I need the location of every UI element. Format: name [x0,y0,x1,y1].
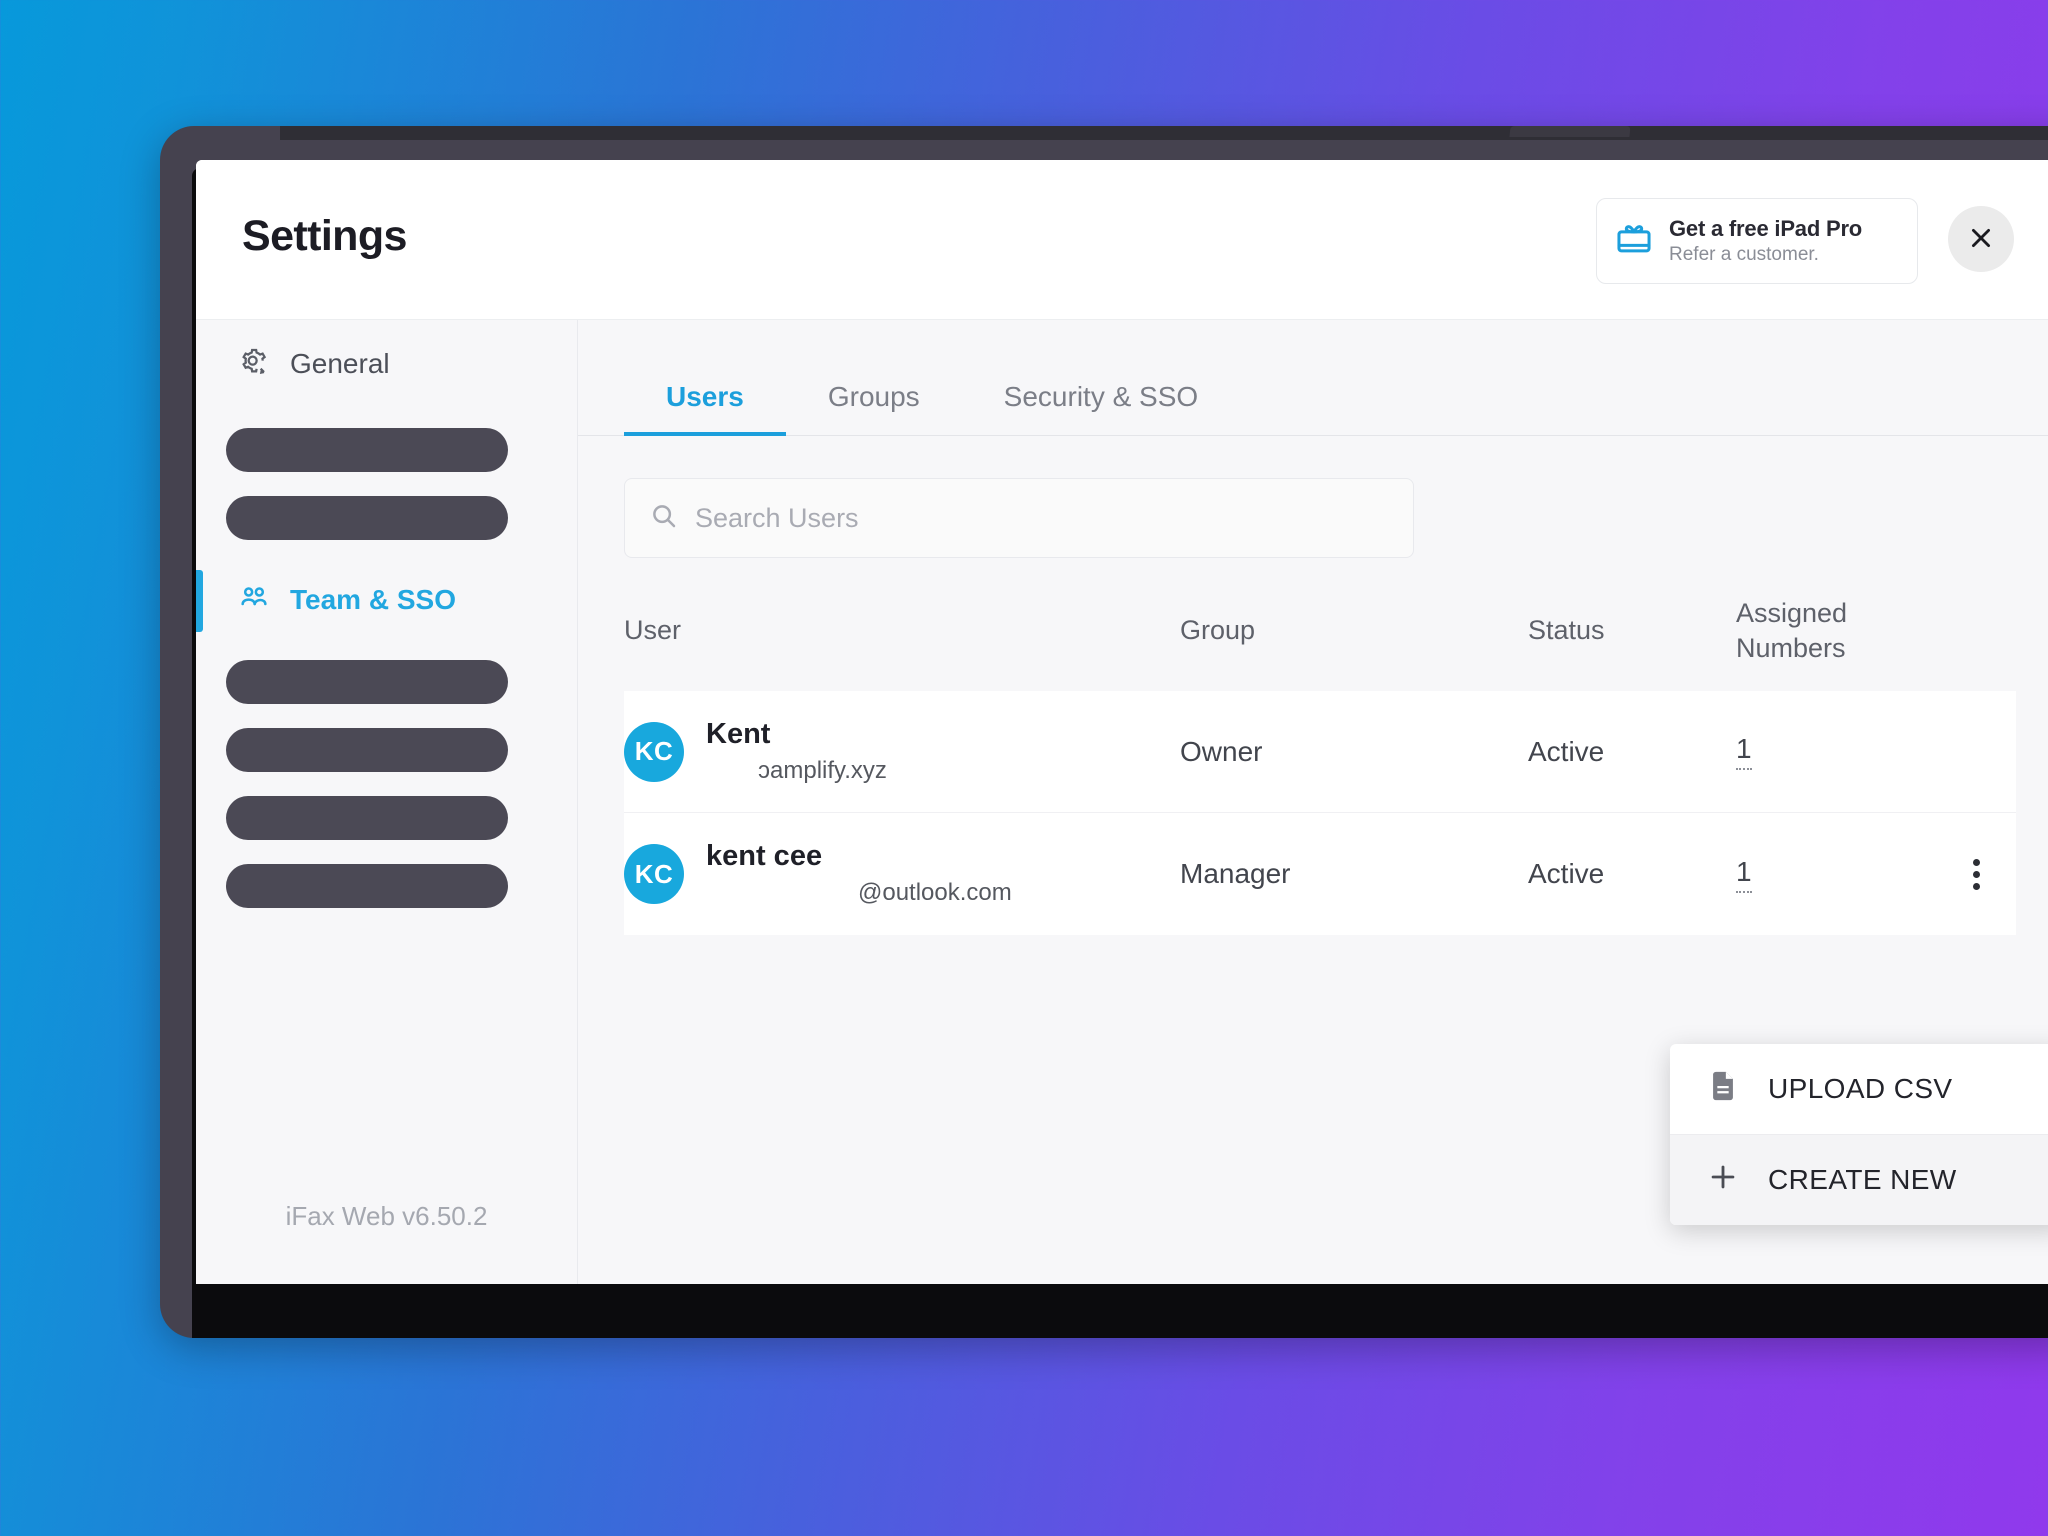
modal-header: Settings Get a free iPad Pro Refer a cus… [196,160,2048,320]
plus-icon [1706,1160,1740,1201]
document-icon [1706,1069,1740,1110]
tab-groups[interactable]: Groups [786,381,962,435]
sidebar-item-redacted-1[interactable] [196,428,577,472]
table-row[interactable]: KC Kent ɔamplify.xyz Owner Active 1 [624,691,2016,814]
add-user-dropdown-menu: UPLOAD CSV CREATE NEW [1670,1044,2048,1225]
redacted-bar [226,660,508,704]
tab-security-sso[interactable]: Security & SSO [962,381,1241,435]
column-header-status: Status [1528,615,1605,646]
close-button[interactable] [1948,206,2014,272]
status-badge: Active [1528,735,1605,767]
gear-icon [238,346,270,383]
search-icon [649,501,679,536]
user-email: @outlook.com [858,879,1012,907]
assigned-numbers-value: 1 [1736,856,1752,893]
redacted-bar [226,728,508,772]
assigned-numbers-value: 1 [1736,733,1752,771]
redacted-bar [226,428,508,472]
sidebar-item-redacted-4[interactable] [196,728,577,772]
user-cell: KC kent cee @outlook.com [624,840,1180,907]
settings-main-panel: Users Groups Security & SSO Search Users… [578,320,2048,1284]
sidebar-item-redacted-3[interactable] [196,660,577,704]
assigned-numbers-value-wrap: 1 [1736,733,1936,771]
modal-body: General Team & SSO iFax Web v6.50.2 User… [196,320,2048,1284]
redacted-bar [226,864,508,908]
redacted-bar [226,496,508,540]
promo-subtitle: Refer a customer. [1669,244,1819,265]
settings-modal: Settings Get a free iPad Pro Refer a cus… [196,160,2048,1284]
sidebar-item-label: Team & SSO [290,584,456,615]
redacted-bar [226,796,508,840]
menu-item-label: UPLOAD CSV [1768,1073,1953,1104]
avatar: KC [624,721,684,782]
sidebar-item-redacted-5[interactable] [196,796,577,840]
menu-item-create-new[interactable]: CREATE NEW [1670,1135,2048,1225]
browser-tab-strip [280,126,2048,140]
status-badge: Active [1528,858,1605,890]
tab-bar: Users Groups Security & SSO [578,320,2048,437]
user-cell: KC Kent ɔamplify.xyz [624,717,1180,785]
settings-sidebar: General Team & SSO iFax Web v6.50.2 [196,320,578,1284]
gift-card-icon [1615,220,1653,263]
column-header-group: Group [1180,615,1256,646]
people-icon [238,582,270,619]
users-table: User Group Status Assigned Numbers KC Ke… [624,596,2016,936]
user-group: Owner [1180,735,1263,767]
menu-item-upload-csv[interactable]: UPLOAD CSV [1670,1044,2048,1134]
sidebar-item-redacted-2[interactable] [196,496,577,540]
avatar: KC [624,844,684,905]
column-header-assigned-numbers: Assigned Numbers [1736,596,1936,665]
kebab-menu-icon [1972,858,1980,890]
user-group: Manager [1180,858,1291,890]
search-input[interactable] [695,502,1389,534]
sidebar-item-label: General [290,348,390,379]
sidebar-item-general[interactable]: General [196,332,577,396]
search-users-box[interactable] [624,478,1414,558]
table-row[interactable]: KC kent cee @outlook.com Manager Active … [624,813,2016,936]
promo-title: Get a free iPad Pro [1669,216,1863,241]
users-content-area: User Group Status Assigned Numbers KC [578,436,2048,1284]
row-actions-menu-button[interactable] [1936,858,2016,890]
sidebar-item-team-sso[interactable]: Team & SSO [196,568,577,632]
user-name: Kent [706,717,771,750]
assigned-numbers-line1: Assigned [1736,598,1848,628]
table-header-row: User Group Status Assigned Numbers [624,596,2016,691]
sidebar-item-redacted-6[interactable] [196,864,577,908]
app-version-label: iFax Web v6.50.2 [285,1201,488,1231]
promo-banner[interactable]: Get a free iPad Pro Refer a customer. [1596,198,1918,284]
assigned-numbers-value-wrap: 1 [1736,856,1936,893]
close-icon [1968,225,1994,254]
menu-item-label: CREATE NEW [1768,1164,1957,1195]
assigned-numbers-line2: Numbers [1736,632,1846,663]
user-name: kent cee [706,840,823,873]
column-header-user: User [624,615,682,646]
tab-users[interactable]: Users [624,381,786,437]
page-title: Settings [242,212,407,260]
browser-tab[interactable] [1509,126,1631,137]
user-email: ɔamplify.xyz [758,756,887,784]
